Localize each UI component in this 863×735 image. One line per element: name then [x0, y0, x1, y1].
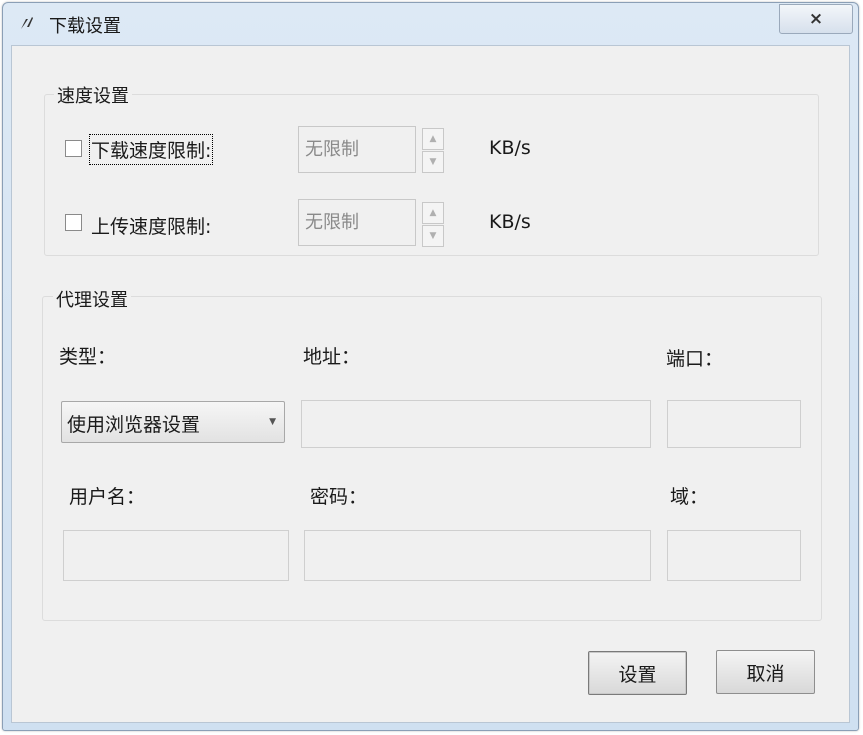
download-limit-input[interactable]: 无限制	[298, 126, 416, 173]
proxy-address-label: 地址：	[303, 346, 361, 368]
proxy-address-input[interactable]	[301, 400, 651, 448]
upload-spin-up-button[interactable]: ▲	[422, 202, 444, 224]
close-button[interactable]: ×	[779, 4, 853, 34]
download-unit: KB/s	[489, 137, 531, 159]
chevron-down-icon: ▼	[429, 157, 437, 167]
proxy-port-label: 端口：	[666, 348, 724, 370]
window-title: 下载设置	[49, 16, 121, 37]
download-settings-window: 下载设置 × 速度设置 下载速度限制: 无限制 ▲ ▼ KB/s 上传速度限制:…	[2, 2, 859, 731]
proxy-username-input[interactable]	[63, 530, 289, 581]
upload-spin-down-button[interactable]: ▼	[422, 225, 444, 247]
upload-limit-input[interactable]: 无限制	[298, 199, 416, 246]
proxy-port-input[interactable]	[667, 400, 801, 448]
title-bar[interactable]: 下载设置 ×	[3, 3, 858, 45]
download-spin-up-button[interactable]: ▲	[422, 128, 444, 150]
proxy-settings-title: 代理设置	[53, 286, 131, 312]
upload-limit-checkbox[interactable]	[65, 214, 82, 231]
upload-unit: KB/s	[489, 211, 531, 233]
proxy-username-label: 用户名：	[69, 486, 146, 508]
chevron-down-icon: ▼	[269, 417, 276, 427]
cancel-button[interactable]: 取消	[716, 650, 815, 694]
chevron-up-icon: ▲	[429, 208, 437, 218]
chevron-up-icon: ▲	[429, 134, 437, 144]
dialog-body: 速度设置 下载速度限制: 无限制 ▲ ▼ KB/s 上传速度限制: 无限制 ▲ …	[11, 45, 850, 723]
close-icon: ×	[808, 9, 824, 29]
proxy-domain-input[interactable]	[667, 530, 801, 581]
download-limit-label[interactable]: 下载速度限制:	[88, 134, 214, 165]
proxy-type-value: 使用浏览器设置	[67, 414, 201, 436]
save-button[interactable]: 设置	[588, 651, 687, 695]
chevron-down-icon: ▼	[429, 231, 437, 241]
app-icon	[21, 17, 33, 29]
proxy-domain-label: 域：	[670, 486, 709, 508]
download-limit-checkbox[interactable]	[65, 140, 82, 157]
proxy-password-label: 密码：	[310, 486, 368, 508]
proxy-type-select[interactable]: 使用浏览器设置 ▼	[61, 401, 285, 443]
download-spin-down-button[interactable]: ▼	[422, 151, 444, 173]
proxy-type-label: 类型：	[59, 346, 117, 368]
proxy-password-input[interactable]	[304, 530, 651, 581]
upload-limit-label[interactable]: 上传速度限制:	[91, 212, 211, 239]
speed-settings-title: 速度设置	[54, 82, 132, 108]
